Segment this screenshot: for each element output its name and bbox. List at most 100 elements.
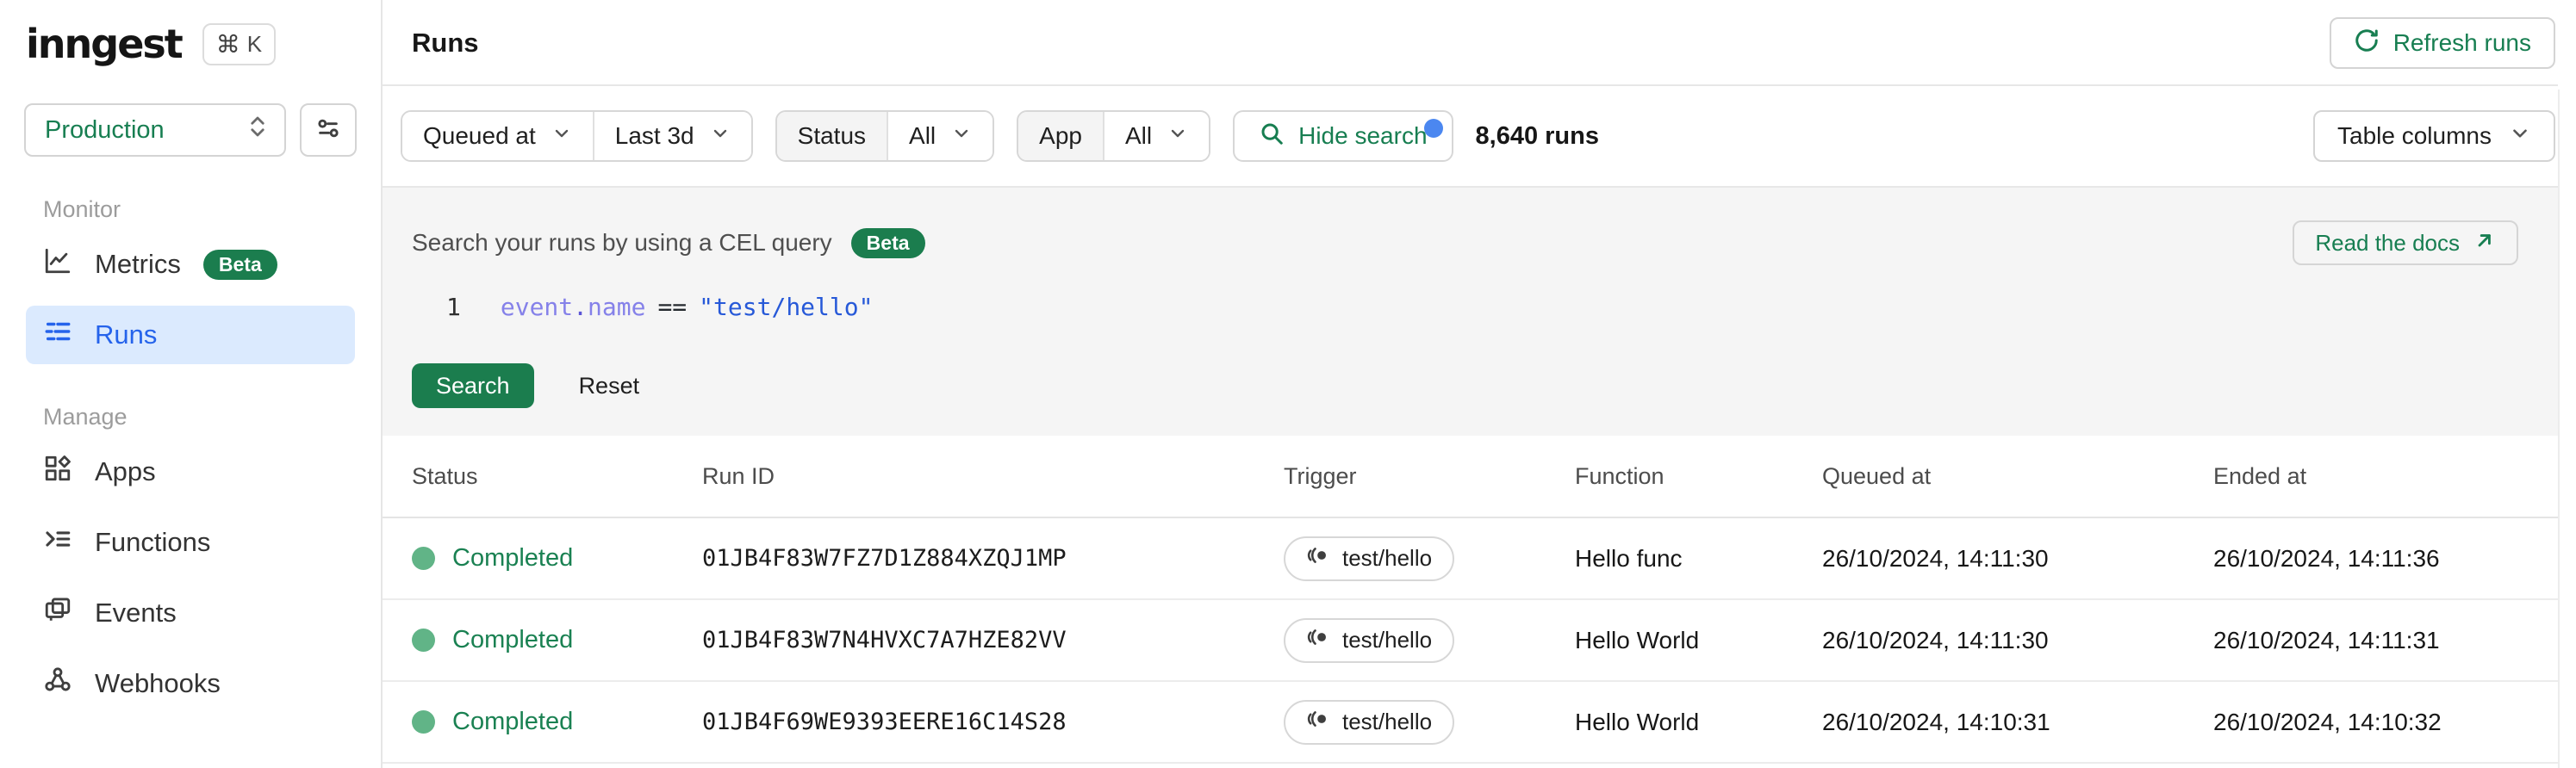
external-link-icon [2473, 229, 2496, 257]
main-area: Runs Refresh runs Queued at Last 3d Stat… [383, 0, 2576, 768]
code-token-dot: . [573, 292, 588, 321]
sidebar-item-label: Apps [95, 456, 156, 486]
event-trigger-icon [1306, 625, 1330, 655]
runs-table: Status Run ID Trigger Function Queued at… [383, 436, 2558, 768]
queued-at-value: 26/10/2024, 14:10:31 [1822, 708, 2050, 735]
command-k-shortcut[interactable]: ⌘ K [202, 22, 277, 65]
app-filter: App All [1017, 110, 1211, 162]
function-name: Hello World [1575, 708, 1700, 735]
ended-at-value: 26/10/2024, 14:11:31 [2213, 626, 2440, 653]
environment-value: Production [45, 115, 165, 144]
environment-select[interactable]: Production [24, 103, 286, 157]
events-icon [43, 595, 72, 631]
column-header-run-id: Run ID [702, 462, 775, 489]
run-id[interactable]: 01JB4F83W7N4HVXC7A7HZE82VV [702, 627, 1284, 653]
filter-bar: Queued at Last 3d Status All App All Hid… [383, 86, 2576, 186]
table-row[interactable]: Completed 01JB4F83W7FZ7D1Z884XZQJ1MP tes… [383, 518, 2558, 600]
read-the-docs-label: Read the docs [2315, 229, 2460, 256]
function-name: Hello func [1575, 544, 1683, 572]
table-header-row: Status Run ID Trigger Function Queued at… [383, 436, 2558, 518]
code-token-string: "test/hello" [699, 292, 874, 321]
event-trigger-icon [1306, 543, 1330, 573]
beta-badge: Beta [202, 249, 277, 280]
trigger-name: test/hello [1342, 709, 1433, 734]
cel-query-editor[interactable]: 1 event.name == "test/hello" [412, 288, 2518, 325]
sidebar-item-label: Events [95, 598, 177, 628]
sidebar-section-manage: Manage [43, 404, 128, 430]
functions-icon [43, 524, 72, 561]
apps-grid-icon [43, 454, 72, 490]
status-label: Completed [452, 708, 574, 735]
table-row[interactable]: Completed 01JB4F69WE9393EERE16C14S28 tes… [383, 682, 2558, 764]
runs-count: 8,640 runs [1475, 121, 1599, 150]
sidebar-item-label: Webhooks [95, 668, 221, 698]
trigger-pill[interactable]: test/hello [1284, 699, 1455, 745]
environment-settings-button[interactable] [300, 103, 357, 157]
sidebar-item-metrics[interactable]: Metrics Beta [26, 235, 355, 294]
sliders-icon [314, 115, 342, 146]
status-dot-icon [412, 710, 435, 734]
chevron-down-icon [1167, 122, 1188, 150]
event-trigger-icon [1306, 707, 1330, 737]
status-cell: Completed [412, 626, 702, 654]
reset-button[interactable]: Reset [579, 373, 640, 399]
code-token-ident: event [500, 292, 574, 321]
hide-search-button[interactable]: Hide search [1233, 110, 1453, 162]
time-field-value: Queued at [423, 122, 536, 149]
status-filter: Status All [775, 110, 995, 162]
trigger-cell: test/hello [1284, 617, 1575, 663]
sidebar-item-label: Runs [95, 319, 158, 350]
page-title: Runs [412, 28, 479, 58]
status-filter-value: All [909, 122, 936, 149]
runs-list-icon [43, 317, 72, 353]
cel-search-panel: Search your runs by using a CEL query Be… [383, 186, 2558, 436]
chart-icon [43, 246, 72, 282]
sidebar-item-webhooks[interactable]: Webhooks [26, 654, 355, 713]
sidebar-item-apps[interactable]: Apps [26, 443, 355, 501]
table-row[interactable]: Completed 01JB4F83W7N4HVXC7A7HZE82VV tes… [383, 600, 2558, 682]
command-icon: ⌘ [215, 30, 240, 58]
status-filter-dropdown[interactable]: All [887, 112, 993, 160]
search-icon [1259, 121, 1285, 152]
table-columns-button[interactable]: Table columns [2313, 110, 2555, 162]
trigger-pill[interactable]: test/hello [1284, 617, 1455, 663]
read-the-docs-button[interactable]: Read the docs [2293, 220, 2518, 265]
status-filter-label: Status [776, 112, 887, 160]
status-label: Completed [452, 544, 574, 572]
ended-at-value: 26/10/2024, 14:10:32 [2213, 708, 2442, 735]
app-window: inngest ⌘ K Production Monitor Metrics B… [0, 0, 2576, 768]
webhook-icon [43, 666, 72, 702]
run-id[interactable]: 01JB4F69WE9393EERE16C14S28 [702, 709, 1284, 735]
sidebar-section-monitor: Monitor [43, 196, 121, 222]
time-field-dropdown[interactable]: Queued at [402, 112, 593, 160]
column-header-status: Status [412, 462, 478, 489]
trigger-cell: test/hello [1284, 536, 1575, 581]
column-header-queued-at: Queued at [1822, 462, 1932, 489]
up-down-chevron-icon [245, 114, 271, 146]
search-button[interactable]: Search [412, 363, 534, 408]
app-filter-label: App [1018, 112, 1103, 160]
chevron-down-icon [2509, 122, 2531, 151]
scrollbar-gutter[interactable] [2558, 90, 2576, 768]
status-dot-icon [412, 629, 435, 652]
sidebar-item-label: Metrics [95, 249, 181, 279]
inngest-logo: inngest [26, 21, 184, 67]
app-filter-dropdown[interactable]: All [1102, 112, 1210, 160]
status-cell: Completed [412, 708, 702, 736]
refresh-icon [2354, 28, 2380, 59]
time-range-dropdown[interactable]: Last 3d [592, 112, 751, 160]
environment-row: Production [0, 103, 381, 157]
column-header-function: Function [1575, 462, 1664, 489]
sidebar-item-events[interactable]: Events [26, 584, 355, 642]
code-token-operator: == [657, 292, 688, 321]
run-id[interactable]: 01JB4F83W7FZ7D1Z884XZQJ1MP [702, 545, 1284, 572]
function-name: Hello World [1575, 626, 1700, 653]
trigger-pill[interactable]: test/hello [1284, 536, 1455, 581]
sidebar-item-runs[interactable]: Runs [26, 306, 355, 364]
column-header-ended-at: Ended at [2213, 462, 2307, 489]
time-range-value: Last 3d [614, 122, 694, 149]
notification-dot [1423, 119, 1443, 138]
sidebar-item-functions[interactable]: Functions [26, 513, 355, 572]
refresh-runs-label: Refresh runs [2392, 29, 2531, 56]
refresh-runs-button[interactable]: Refresh runs [2329, 17, 2555, 69]
